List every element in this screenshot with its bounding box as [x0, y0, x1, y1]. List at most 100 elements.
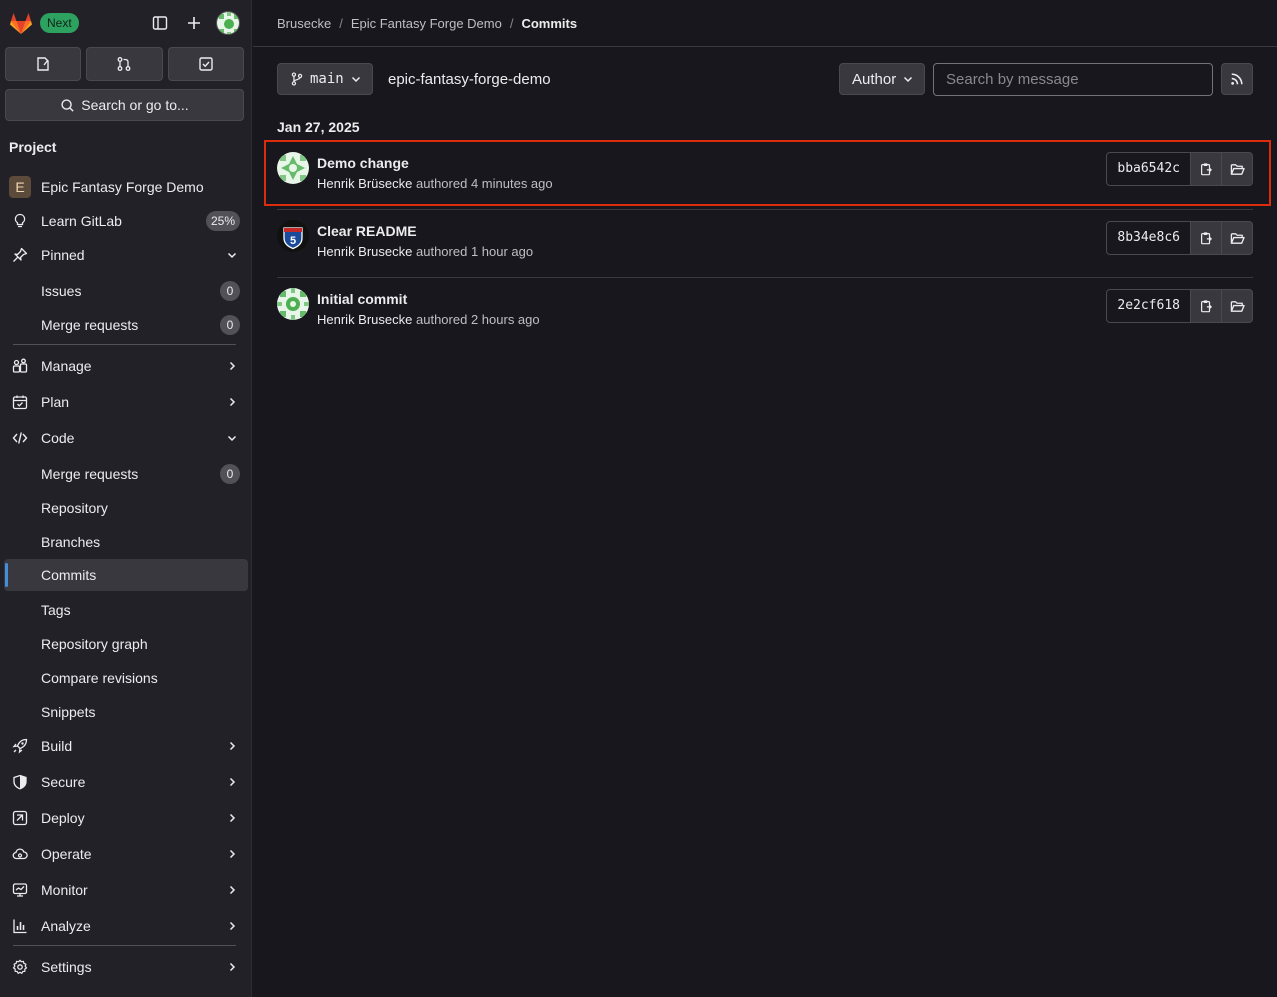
sidebar-item-branches[interactable]: Branches	[4, 526, 248, 558]
todo-icon	[199, 57, 213, 71]
sidebar-item-snippets[interactable]: Snippets	[4, 696, 248, 728]
gitlab-logo-icon[interactable]	[8, 10, 34, 36]
commit-time: 2 hours ago	[470, 312, 540, 327]
rocket-icon	[12, 738, 28, 754]
copy-icon	[1201, 232, 1213, 245]
breadcrumb-item-project[interactable]: Epic Fantasy Forge Demo	[351, 16, 502, 31]
rss-feed-button[interactable]	[1221, 63, 1253, 95]
commit-authored-text: authored	[416, 244, 468, 259]
author-filter-dropdown[interactable]: Author	[839, 63, 925, 95]
todos-shortcut-button[interactable]	[167, 47, 244, 81]
browse-files-button[interactable]	[1222, 152, 1253, 186]
commit-sha[interactable]: 2e2cf618	[1106, 289, 1191, 323]
sidebar-item-deploy[interactable]: Deploy	[4, 802, 248, 834]
sidebar-item-label: Manage	[41, 358, 92, 374]
sidebar-item-secure[interactable]: Secure	[4, 766, 248, 798]
sidebar-toggle-icon[interactable]	[149, 12, 171, 34]
sidebar-item-operate[interactable]: Operate	[4, 838, 248, 870]
sidebar-item-label: Secure	[41, 774, 86, 790]
sidebar-item-project[interactable]: E Epic Fantasy Forge Demo	[4, 171, 248, 203]
commit-meta: Henrik Brusecke authored 1 hour ago	[317, 244, 533, 259]
merge-requests-shortcut-button[interactable]	[86, 47, 163, 81]
svg-text:5: 5	[290, 235, 296, 247]
count-badge: 0	[220, 281, 240, 301]
sidebar-item-label: Operate	[41, 846, 92, 862]
commit-sha-group: bba6542c	[1106, 152, 1253, 186]
browse-files-button[interactable]	[1222, 221, 1253, 255]
sidebar-item-tags[interactable]: Tags	[4, 594, 248, 626]
sidebar-item-label: Epic Fantasy Forge Demo	[41, 179, 204, 195]
commit-sha[interactable]: bba6542c	[1106, 152, 1191, 186]
repository-path[interactable]: epic-fantasy-forge-demo	[388, 71, 551, 88]
shield-icon	[12, 774, 28, 790]
user-avatar[interactable]	[216, 11, 240, 35]
sidebar-item-plan[interactable]: Plan	[4, 386, 248, 418]
sidebar-item-compare-revisions[interactable]: Compare revisions	[4, 662, 248, 694]
browse-files-button[interactable]	[1222, 289, 1253, 323]
chevron-down-icon	[227, 252, 237, 259]
deployments-icon	[12, 810, 28, 826]
chart-icon	[12, 918, 28, 934]
commit-author[interactable]: Henrik Brüsecke	[317, 176, 412, 191]
divider	[13, 344, 236, 345]
sidebar-item-code[interactable]: Code	[4, 422, 248, 454]
pin-icon	[12, 247, 28, 263]
sidebar-item-monitor[interactable]: Monitor	[4, 874, 248, 906]
breadcrumb: Brusecke / Epic Fantasy Forge Demo / Com…	[277, 16, 577, 31]
breadcrumb-separator: /	[339, 16, 343, 31]
chevron-right-icon	[229, 962, 236, 972]
commit-author[interactable]: Henrik Brusecke	[317, 312, 412, 327]
page-header: Brusecke / Epic Fantasy Forge Demo / Com…	[253, 0, 1277, 47]
branch-selector[interactable]: main	[277, 63, 373, 95]
sidebar-item-label: Repository	[41, 500, 108, 516]
issues-shortcut-button[interactable]	[5, 47, 82, 81]
sidebar-item-pinned-merge-requests[interactable]: Merge requests 0	[4, 309, 248, 341]
breadcrumb-item-current[interactable]: Commits	[521, 16, 577, 31]
commit-meta: Henrik Brüsecke authored 4 minutes ago	[317, 176, 553, 191]
commit-row[interactable]: Initial commit Henrik Brusecke authored …	[277, 278, 1253, 346]
merge-request-icon	[118, 57, 131, 71]
search-button[interactable]: Search or go to...	[5, 89, 244, 121]
search-icon	[61, 98, 74, 112]
commit-author[interactable]: Henrik Brusecke	[317, 244, 412, 259]
sidebar-item-pinned-issues[interactable]: Issues 0	[4, 275, 248, 307]
sidebar-item-repository-graph[interactable]: Repository graph	[4, 628, 248, 660]
sidebar-item-label: Code	[41, 430, 75, 446]
sidebar-item-learn-gitlab[interactable]: Learn GitLab 25%	[4, 205, 248, 237]
sidebar-item-label: Analyze	[41, 918, 91, 934]
sidebar-item-commits[interactable]: Commits	[4, 559, 248, 591]
commit-authored-text: authored	[416, 176, 468, 191]
monitor-icon	[12, 882, 28, 898]
commit-sha[interactable]: 8b34e8c6	[1106, 221, 1191, 255]
sidebar-item-analyze[interactable]: Analyze	[4, 910, 248, 942]
section-title: Project	[9, 139, 57, 155]
commit-search-input[interactable]	[933, 63, 1213, 96]
next-badge[interactable]: Next	[40, 13, 79, 33]
sidebar-item-manage[interactable]: Manage	[4, 350, 248, 382]
sidebar-item-repository[interactable]: Repository	[4, 492, 248, 524]
chevron-right-icon	[229, 397, 236, 407]
sidebar-item-settings[interactable]: Settings	[4, 951, 248, 983]
author-avatar[interactable]: 5	[277, 220, 309, 252]
branch-icon	[291, 72, 303, 86]
commit-row[interactable]: Demo change Henrik Brüsecke authored 4 m…	[264, 140, 1271, 206]
plus-icon[interactable]	[183, 12, 205, 34]
sidebar-item-pinned[interactable]: Pinned	[4, 239, 248, 271]
copy-sha-button[interactable]	[1191, 221, 1222, 255]
commit-sha-group: 8b34e8c6	[1106, 221, 1253, 255]
sidebar-item-code-merge-requests[interactable]: Merge requests 0	[4, 458, 248, 490]
commit-row[interactable]: 5 Clear README Henrik Brusecke authored …	[277, 210, 1253, 278]
copy-sha-button[interactable]	[1191, 289, 1222, 323]
commit-title[interactable]: Clear README	[317, 223, 417, 239]
chevron-right-icon	[229, 741, 236, 751]
lightbulb-icon	[12, 213, 28, 229]
copy-sha-button[interactable]	[1191, 152, 1222, 186]
sidebar: Next Search or go to... Project E Epic F…	[0, 0, 252, 997]
commit-sha-group: 2e2cf618	[1106, 289, 1253, 323]
sidebar-item-build[interactable]: Build	[4, 730, 248, 762]
commit-title[interactable]: Demo change	[317, 155, 409, 171]
breadcrumb-item-group[interactable]: Brusecke	[277, 16, 331, 31]
commit-title[interactable]: Initial commit	[317, 291, 407, 307]
author-avatar[interactable]	[277, 288, 309, 320]
author-avatar[interactable]	[277, 152, 309, 184]
